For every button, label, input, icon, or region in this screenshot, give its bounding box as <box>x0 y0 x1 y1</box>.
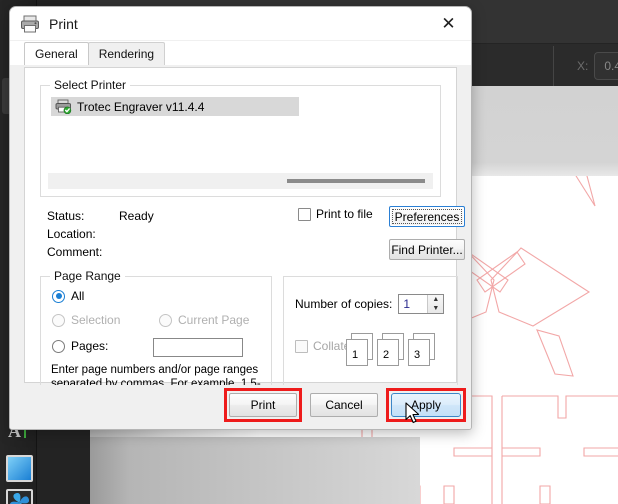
radio-pages-indicator[interactable] <box>52 339 65 353</box>
radio-selection-label: Selection <box>71 313 121 327</box>
radio-current-page-label: Current Page <box>178 313 250 327</box>
radio-all-label: All <box>71 289 85 303</box>
comment-label: Comment: <box>47 245 103 259</box>
copies-stepper[interactable]: 1 ▲ ▼ <box>398 294 445 314</box>
collate-checkbox[interactable] <box>295 339 308 353</box>
copies-spin-buttons[interactable]: ▲ ▼ <box>427 295 444 313</box>
radio-current-page-indicator[interactable] <box>159 313 172 327</box>
printer-ready-icon <box>55 99 73 115</box>
print-to-file-row[interactable]: Print to file <box>298 207 373 221</box>
list-item[interactable]: Trotec Engraver v11.4.4 <box>51 97 299 116</box>
radio-selection[interactable]: Selection <box>52 313 120 327</box>
pages-input[interactable] <box>153 338 243 357</box>
print-to-file-checkbox[interactable] <box>298 207 311 221</box>
pinwheel-icon[interactable] <box>6 489 33 504</box>
number-of-copies-row[interactable]: Number of copies: 1 ▲ ▼ <box>295 294 445 314</box>
canvas-shade-bottom <box>90 437 420 504</box>
status-value: Ready <box>119 209 154 223</box>
print-dialog: Print ✕ General Rendering Select Printer <box>9 6 472 430</box>
radio-all-indicator[interactable] <box>52 289 65 303</box>
cancel-button-label: Cancel <box>325 398 363 412</box>
tab-rendering-label: Rendering <box>98 47 155 61</box>
printer-icon <box>19 13 41 35</box>
copies-value: 1 <box>403 297 411 311</box>
apply-button[interactable]: Apply <box>391 393 461 417</box>
toolbar-divider <box>553 46 554 86</box>
collate-page-num: 1 <box>352 349 359 361</box>
collate-page-num: 2 <box>383 349 390 361</box>
tab-strip[interactable]: General Rendering <box>10 41 471 65</box>
collate-page-num: 3 <box>414 349 421 361</box>
dialog-titlebar[interactable]: Print ✕ <box>10 7 471 41</box>
close-icon[interactable]: ✕ <box>426 7 471 40</box>
radio-all[interactable]: All <box>52 289 84 303</box>
color-swatch-icon[interactable] <box>6 455 33 482</box>
collate-label: Collate <box>313 339 351 353</box>
screen: X: 0.430 − + A <box>0 0 618 504</box>
printer-list[interactable]: Trotec Engraver v11.4.4 <box>48 94 433 172</box>
print-button[interactable]: Print <box>229 393 297 417</box>
x-coordinate-label: X: <box>577 59 589 73</box>
spin-down-icon[interactable]: ▼ <box>428 304 443 313</box>
status-label: Status: <box>47 209 85 223</box>
print-to-file-label: Print to file <box>316 207 373 221</box>
x-coordinate-value: 0.430 <box>604 59 618 73</box>
find-printer-button-label: Find Printer... <box>391 242 463 257</box>
dialog-title: Print <box>49 15 78 32</box>
collate-preview-icon: 1 1 2 2 3 3 <box>346 333 446 379</box>
x-coordinate-control[interactable]: X: 0.430 − + <box>577 52 618 80</box>
mouse-cursor-icon <box>405 402 423 429</box>
location-label: Location: <box>47 227 96 241</box>
radio-pages[interactable]: Pages: <box>52 339 108 353</box>
radio-selection-indicator[interactable] <box>52 313 65 327</box>
spin-up-icon[interactable]: ▲ <box>428 295 443 304</box>
tab-general[interactable]: General <box>24 42 89 65</box>
tab-rendering[interactable]: Rendering <box>87 42 166 65</box>
find-printer-button[interactable]: Find Printer... <box>389 239 465 260</box>
tab-general-label: General <box>35 47 78 61</box>
printer-name: Trotec Engraver v11.4.4 <box>77 99 205 114</box>
radio-pages-label: Pages: <box>71 339 109 353</box>
printer-list-horizontal-scrollbar[interactable] <box>48 173 433 189</box>
radio-current-page[interactable]: Current Page <box>159 313 249 327</box>
number-of-copies-label: Number of copies: <box>295 297 393 311</box>
scrollbar-thumb[interactable] <box>286 179 426 183</box>
select-printer-title: Select Printer <box>50 78 131 92</box>
preferences-button[interactable]: Preferences <box>389 206 465 227</box>
general-tab-panel: Select Printer Trotec Engraver v11.4.4 S… <box>24 67 465 408</box>
x-coordinate-field[interactable]: 0.430 − + <box>594 52 618 80</box>
collate-row[interactable]: Collate <box>295 339 350 353</box>
page-range-title: Page Range <box>50 269 125 283</box>
print-button-label: Print <box>250 398 276 412</box>
select-printer-group: Select Printer Trotec Engraver v11.4.4 <box>40 78 441 197</box>
focus-ring <box>392 209 462 224</box>
cancel-button[interactable]: Cancel <box>310 393 378 417</box>
